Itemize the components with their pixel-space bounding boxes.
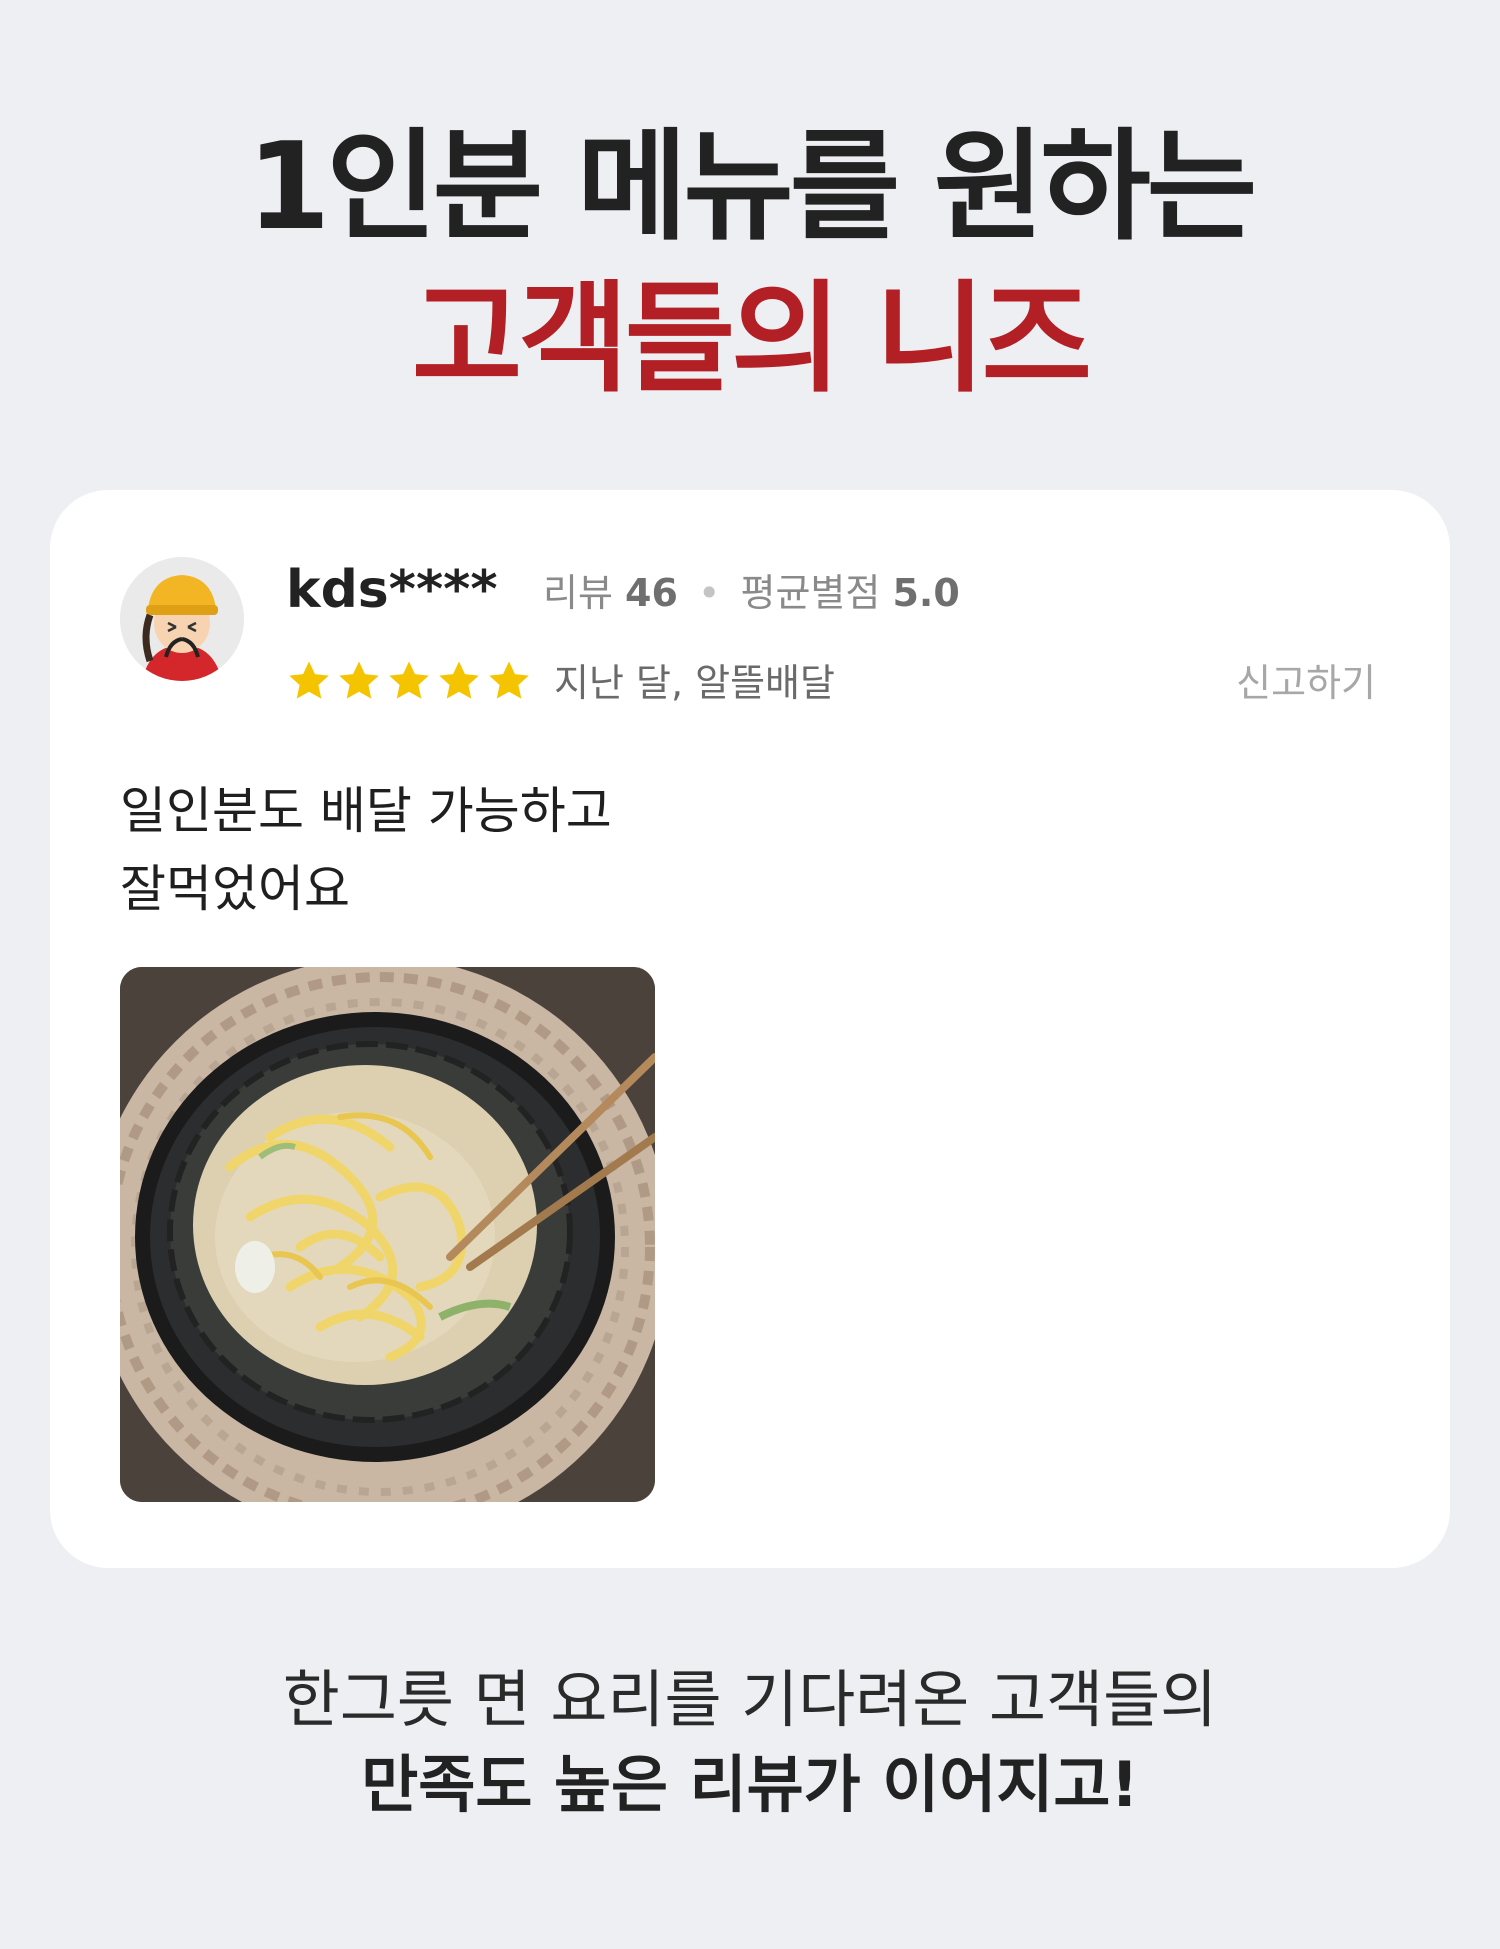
review-photo[interactable] <box>120 967 655 1502</box>
footer-line-1: 한그릇 면 요리를 기다려온 고객들의 <box>282 1663 1218 1736</box>
review-text-line: 일인분도 배달 가능하고 <box>120 782 612 840</box>
average-rating-label: 평균별점 <box>740 571 881 615</box>
review-count: 46 <box>625 571 678 615</box>
star-icon <box>289 661 329 699</box>
headline-line-1: 1인분 메뉴를 원하는 <box>246 118 1257 257</box>
review-card: kds**** 리뷰 46 • 평균별점 5.0 지난 달, 알뜰배달 신고하기… <box>50 490 1450 1568</box>
review-text-line: 잘먹었어요 <box>120 860 350 918</box>
star-rating <box>286 658 532 704</box>
star-icon <box>489 661 529 699</box>
average-rating: 5.0 <box>892 571 960 615</box>
review-date-source: 지난 달, 알뜰배달 <box>554 661 835 705</box>
star-icon <box>339 661 379 699</box>
star-icon <box>439 661 479 699</box>
avatar-illustration-icon <box>120 557 244 681</box>
separator-dot: • <box>698 571 721 615</box>
headline-line-2: 고객들의 니즈 <box>411 270 1092 409</box>
review-text: 일인분도 배달 가능하고 잘먹었어요 <box>120 772 612 928</box>
footer-line-2: 만족도 높은 리뷰가 이어지고! <box>361 1748 1139 1821</box>
star-icon <box>389 661 429 699</box>
avatar[interactable] <box>120 557 244 681</box>
reviewer-stats: 리뷰 46 • 평균별점 5.0 <box>543 570 960 616</box>
review-count-label: 리뷰 <box>543 571 613 615</box>
username[interactable]: kds**** <box>286 558 498 622</box>
report-button[interactable]: 신고하기 <box>1236 660 1376 706</box>
noodle-bowl-photo-icon <box>120 967 655 1502</box>
